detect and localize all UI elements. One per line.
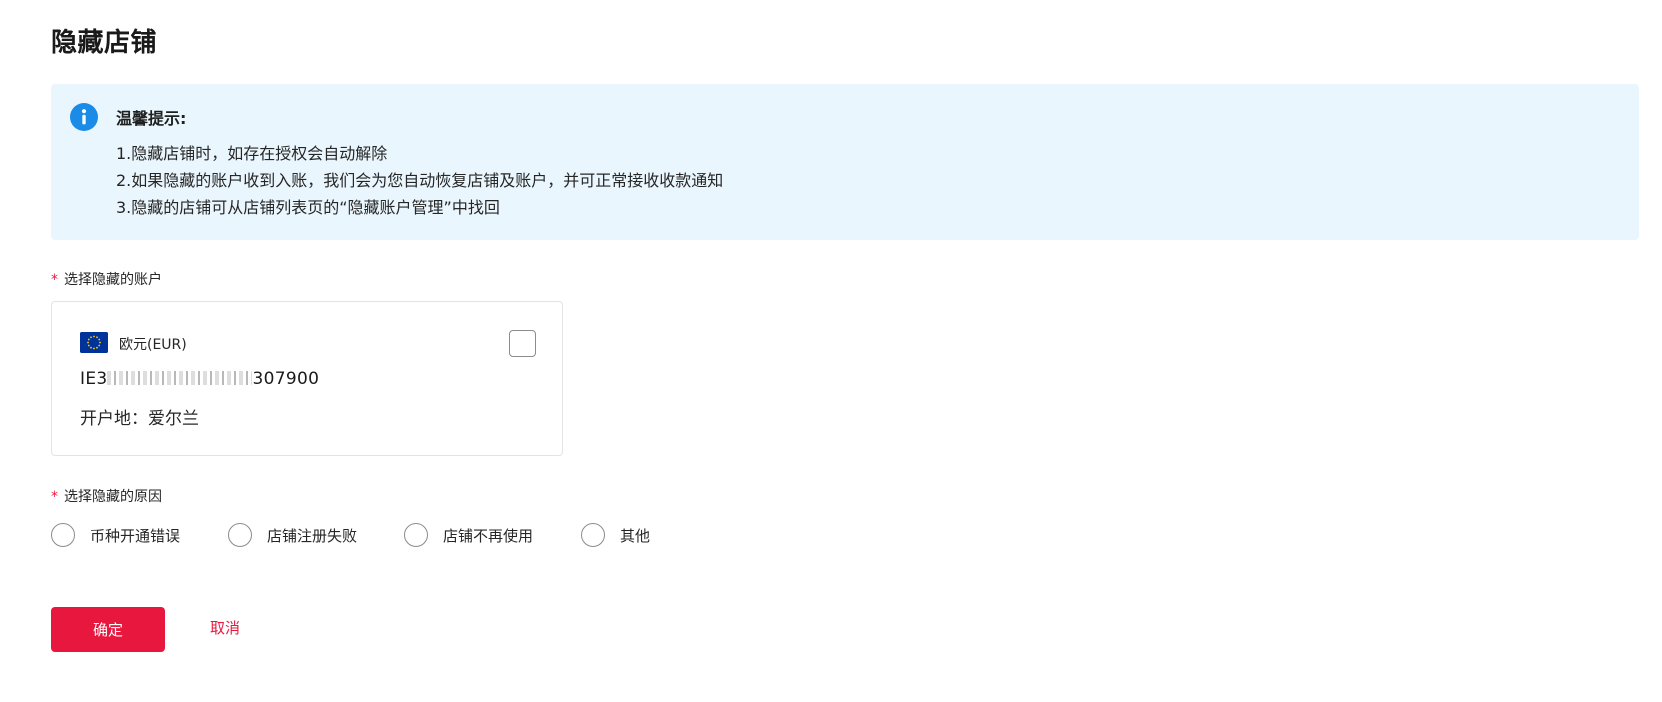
- notice-line: 1.隐藏店铺时，如存在授权会自动解除: [116, 144, 388, 163]
- iban-suffix: 307900: [252, 369, 320, 389]
- info-icon: [70, 103, 98, 131]
- reason-radio-group: 币种开通错误 店铺注册失败 店铺不再使用 其他: [51, 523, 751, 551]
- page-title: 隐藏店铺: [51, 28, 158, 58]
- radio-button[interactable]: [51, 523, 75, 547]
- radio-label: 店铺注册失败: [267, 526, 358, 545]
- radio-label: 币种开通错误: [90, 526, 181, 545]
- reason-label-text: 选择隐藏的原因: [64, 489, 162, 505]
- account-card[interactable]: 欧元(EUR) IE3 307900 开户地：爱尔兰: [51, 301, 563, 456]
- reason-option-other[interactable]: 其他: [581, 523, 650, 547]
- account-label-text: 选择隐藏的账户: [64, 272, 162, 288]
- radio-button[interactable]: [404, 523, 428, 547]
- required-mark: *: [51, 489, 58, 505]
- radio-label: 店铺不再使用: [443, 526, 534, 545]
- account-iban: IE3 307900: [80, 369, 319, 389]
- hide-store-page: 隐藏店铺 温馨提示: 1.隐藏店铺时，如存在授权会自动解除 2.如果隐藏的账户收…: [0, 0, 1662, 702]
- required-mark: *: [51, 272, 58, 288]
- notice-line: 3.隐藏的店铺可从店铺列表页的“隐藏账户管理”中找回: [116, 198, 500, 217]
- notice-lines: 1.隐藏店铺时，如存在授权会自动解除 2.如果隐藏的账户收到入账，我们会为您自动…: [116, 140, 723, 221]
- eu-flag-icon: [80, 332, 108, 353]
- account-currency: 欧元(EUR): [119, 337, 187, 353]
- reason-option-registration-failed[interactable]: 店铺注册失败: [228, 523, 357, 547]
- account-field-label: * 选择隐藏的账户: [51, 269, 162, 289]
- account-location: 开户地：爱尔兰: [80, 409, 199, 429]
- notice-line: 2.如果隐藏的账户收到入账，我们会为您自动恢复店铺及账户，并可正常接收收款通知: [116, 171, 724, 190]
- reason-option-currency-error[interactable]: 币种开通错误: [51, 523, 180, 547]
- radio-button[interactable]: [228, 523, 252, 547]
- radio-label: 其他: [620, 526, 651, 545]
- iban-redacted: [107, 371, 253, 385]
- reason-option-no-longer-used[interactable]: 店铺不再使用: [404, 523, 533, 547]
- notice-panel: 温馨提示: 1.隐藏店铺时，如存在授权会自动解除 2.如果隐藏的账户收到入账，我…: [51, 84, 1639, 240]
- iban-prefix: IE3: [80, 369, 108, 389]
- cancel-button[interactable]: 取消: [210, 617, 240, 638]
- confirm-button[interactable]: 确定: [51, 607, 165, 652]
- notice-title: 温馨提示:: [116, 109, 187, 128]
- account-checkbox[interactable]: [509, 330, 536, 357]
- radio-button[interactable]: [581, 523, 605, 547]
- reason-field-label: * 选择隐藏的原因: [51, 486, 162, 506]
